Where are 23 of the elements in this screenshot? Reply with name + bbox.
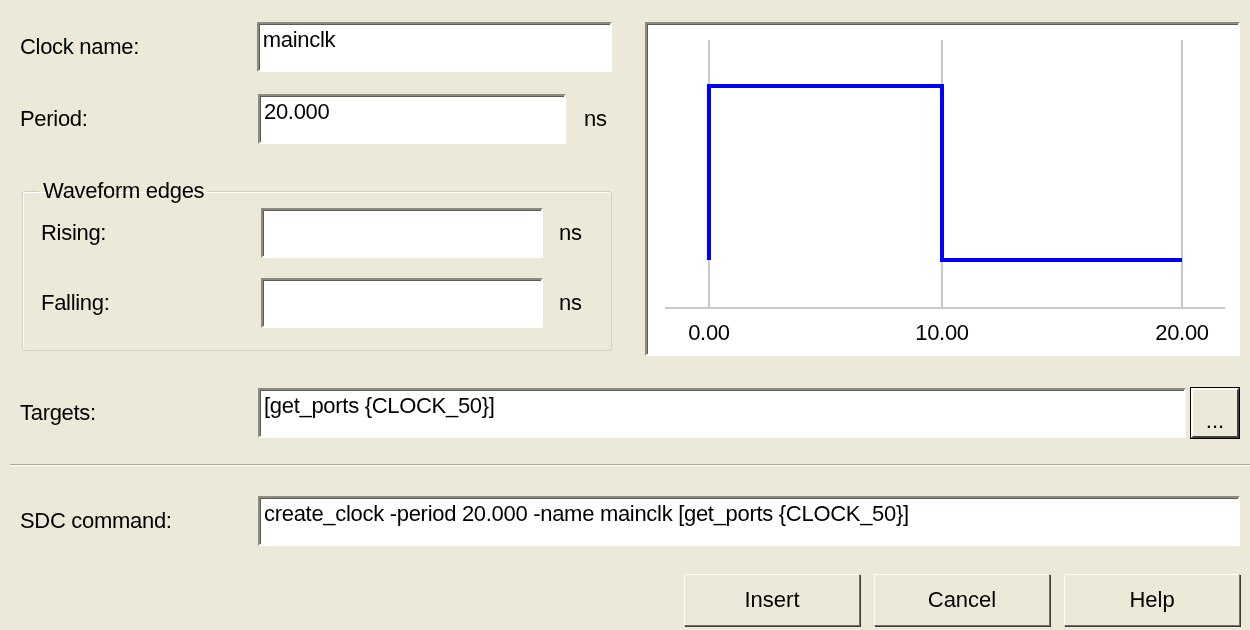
- dialog-button[interactable]: Cancel: [874, 574, 1050, 626]
- clock-name-field[interactable]: mainclk: [256, 22, 612, 72]
- tick-label: 10.00: [915, 320, 969, 345]
- tick-label: 0.00: [688, 320, 730, 345]
- sdc-command-field[interactable]: create_clock -period 20.000 -name mainclk [get_ports {CLOCK_50}]: [258, 496, 1240, 546]
- field-label: Falling:: [41, 290, 111, 316]
- field-label: Clock name:: [20, 34, 140, 60]
- unit-label: ns: [559, 290, 582, 316]
- field-label: Period:: [20, 106, 89, 132]
- browse-button[interactable]: ...: [1191, 388, 1239, 438]
- group-title: Waveform edges: [42, 178, 206, 204]
- unit-label: ns: [559, 220, 582, 246]
- dialog-button[interactable]: Help: [1064, 574, 1240, 626]
- tick-label: 20.00: [1155, 320, 1209, 345]
- input-field[interactable]: [261, 208, 543, 258]
- field-label: Rising:: [41, 220, 108, 246]
- input-field[interactable]: [261, 278, 543, 328]
- dialog-button[interactable]: Insert: [684, 574, 860, 626]
- targets-field[interactable]: [get_ports {CLOCK_50}]: [258, 388, 1186, 438]
- field-label: Targets:: [20, 400, 97, 426]
- field-label: SDC command:: [20, 508, 173, 534]
- unit-label: ns: [584, 106, 607, 132]
- period-field[interactable]: 20.000: [258, 94, 566, 144]
